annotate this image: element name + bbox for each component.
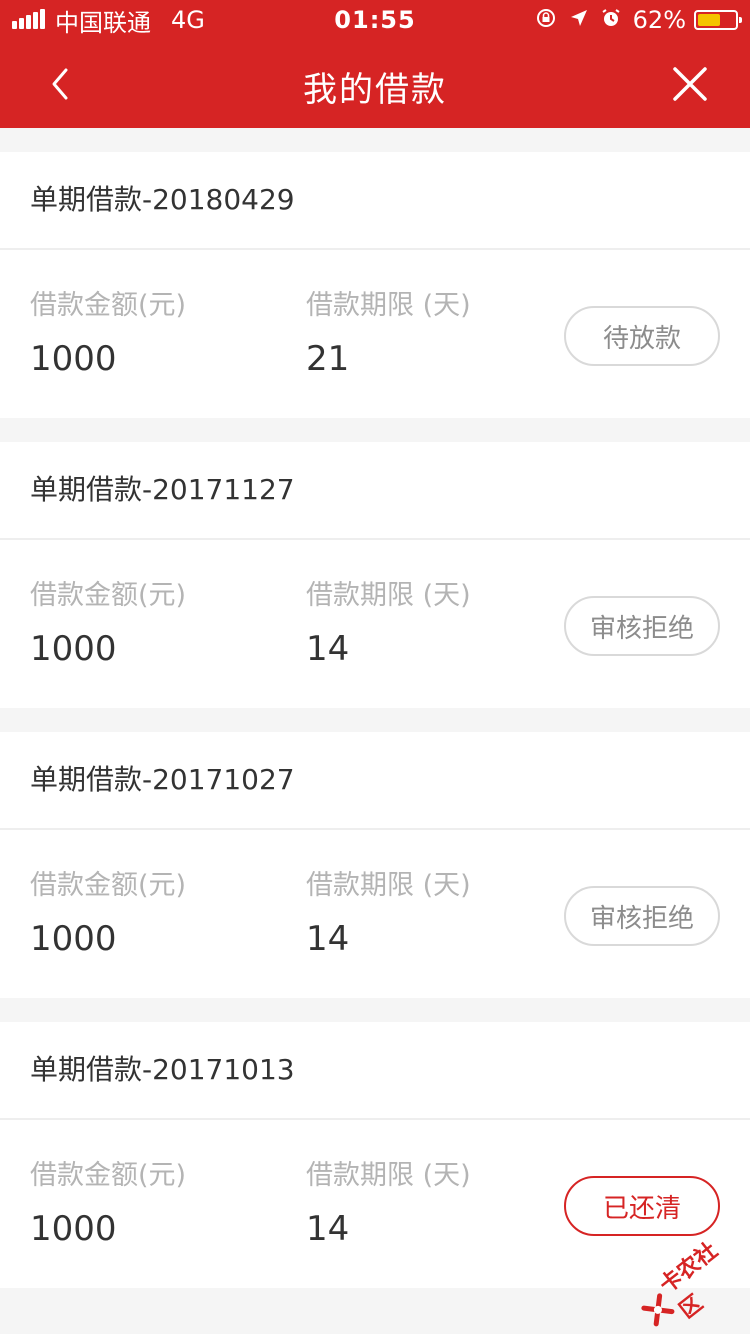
status-right: 62%	[523, 6, 742, 34]
status-badge[interactable]: 审核拒绝	[564, 886, 720, 946]
term-value: 21	[306, 339, 350, 379]
loan-card[interactable]: 单期借款-20171013 借款金额(元) 1000 借款期限 (天) 14 已…	[0, 1022, 750, 1288]
nav-bar: 我的借款	[0, 40, 750, 128]
screen: 中国联通 4G 01:55 62% 我的借款 单期借款-20180429 借款金…	[0, 0, 750, 1334]
term-label: 借款期限 (天)	[306, 290, 471, 321]
loan-details: 借款金额(元) 1000 借款期限 (天) 14 审核拒绝	[0, 830, 750, 998]
close-icon	[673, 67, 707, 101]
term-value: 14	[306, 1209, 350, 1249]
term-label: 借款期限 (天)	[306, 580, 471, 611]
term-column: 借款期限 (天) 21	[306, 288, 471, 380]
amount-value: 1000	[30, 919, 117, 959]
amount-column: 借款金额(元) 1000	[30, 1158, 186, 1250]
amount-label: 借款金额(元)	[30, 870, 187, 901]
term-column: 借款期限 (天) 14	[306, 1158, 471, 1250]
loan-card[interactable]: 单期借款-20171027 借款金额(元) 1000 借款期限 (天) 14 审…	[0, 732, 750, 998]
loan-list: 单期借款-20180429 借款金额(元) 1000 借款期限 (天) 21 待…	[0, 152, 750, 1312]
rotation-lock-icon	[535, 7, 557, 34]
loan-details: 借款金额(元) 1000 借款期限 (天) 21 待放款	[0, 250, 750, 418]
term-label: 借款期限 (天)	[306, 870, 471, 901]
loan-details: 借款金额(元) 1000 借款期限 (天) 14 已还清	[0, 1120, 750, 1288]
loan-title: 单期借款-20171013	[0, 1022, 750, 1120]
term-column: 借款期限 (天) 14	[306, 578, 471, 670]
status-badge[interactable]: 审核拒绝	[564, 596, 720, 656]
amount-value: 1000	[30, 339, 117, 379]
term-label: 借款期限 (天)	[306, 1160, 471, 1191]
amount-label: 借款金额(元)	[30, 290, 187, 321]
loan-title: 单期借款-20180429	[0, 152, 750, 250]
amount-value: 1000	[30, 1209, 117, 1249]
amount-column: 借款金额(元) 1000	[30, 288, 186, 380]
amount-column: 借款金额(元) 1000	[30, 578, 186, 670]
loan-card[interactable]: 单期借款-20171127 借款金额(元) 1000 借款期限 (天) 14 审…	[0, 442, 750, 708]
location-arrow-icon	[569, 8, 589, 33]
battery-percent: 62%	[632, 6, 686, 34]
amount-label: 借款金额(元)	[30, 1160, 187, 1191]
term-value: 14	[306, 919, 350, 959]
close-button[interactable]	[660, 54, 720, 114]
status-bar: 中国联通 4G 01:55 62%	[0, 0, 750, 40]
amount-value: 1000	[30, 629, 117, 669]
alarm-clock-icon	[601, 8, 621, 33]
status-badge[interactable]: 已还清	[564, 1176, 720, 1236]
battery-level-fill	[698, 14, 721, 26]
term-value: 14	[306, 629, 350, 669]
page-title: 我的借款	[303, 70, 447, 110]
term-column: 借款期限 (天) 14	[306, 868, 471, 960]
amount-label: 借款金额(元)	[30, 580, 187, 611]
battery-icon	[694, 10, 742, 30]
loan-title: 单期借款-20171027	[0, 732, 750, 830]
loan-title: 单期借款-20171127	[0, 442, 750, 540]
loan-card[interactable]: 单期借款-20180429 借款金额(元) 1000 借款期限 (天) 21 待…	[0, 152, 750, 418]
amount-column: 借款金额(元) 1000	[30, 868, 186, 960]
status-badge[interactable]: 待放款	[564, 306, 720, 366]
loan-details: 借款金额(元) 1000 借款期限 (天) 14 审核拒绝	[0, 540, 750, 708]
